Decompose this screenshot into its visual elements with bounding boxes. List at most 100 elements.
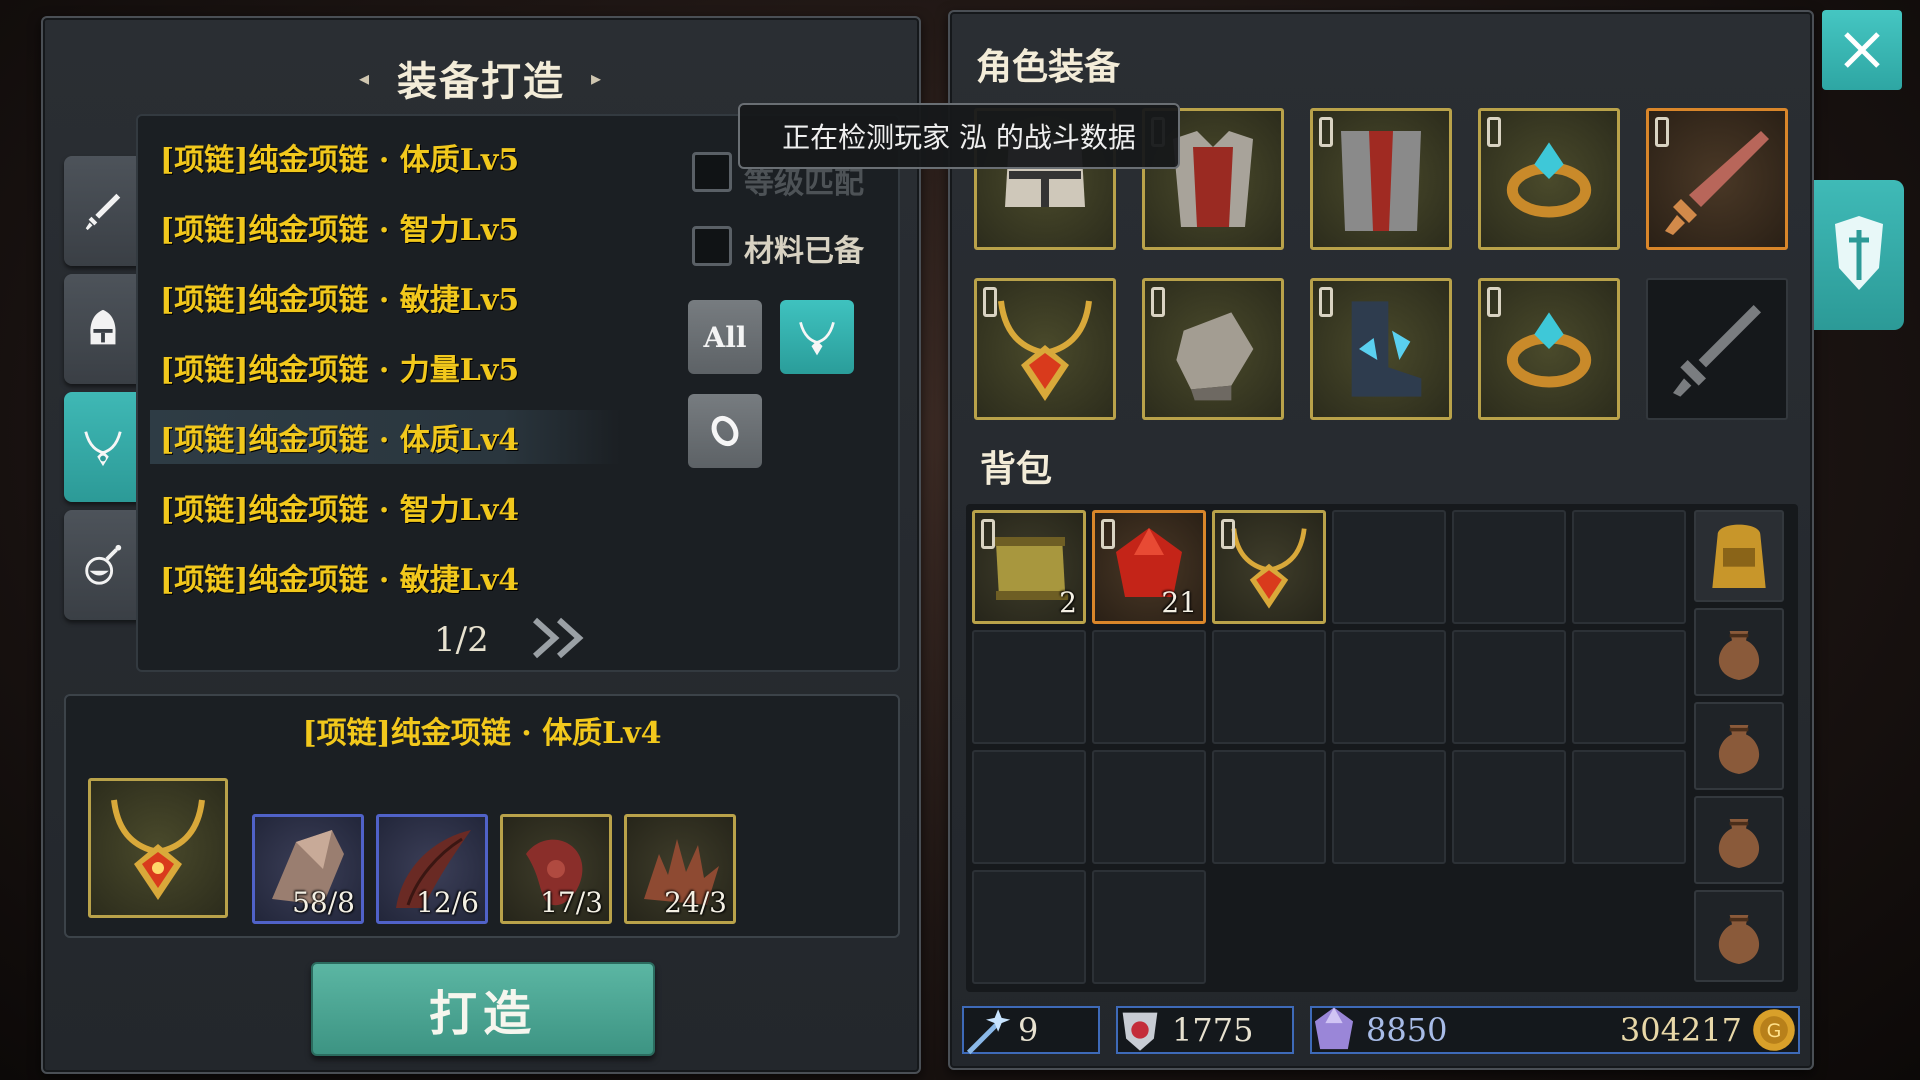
filter-necklace-button[interactable] — [780, 300, 854, 374]
recipe-item[interactable]: [项链]纯金项链 · 智力Lv4 — [150, 480, 590, 534]
currency-wand: 9 — [962, 1006, 1100, 1055]
recipe-item[interactable]: [项链]纯金项链 · 力量Lv5 — [150, 340, 590, 394]
honor-badge-icon — [1122, 1012, 1158, 1051]
gold-count: 304217 — [1619, 1011, 1742, 1049]
backpack-slot-empty[interactable] — [1332, 750, 1446, 864]
potion-icon — [85, 544, 122, 585]
necklace-icon — [799, 321, 835, 356]
lock-icon — [1319, 117, 1333, 147]
equip-slot-ring-1[interactable] — [1478, 108, 1620, 250]
material-slot[interactable]: 17/3 — [500, 814, 612, 924]
crafting-title-bar: ◂ 装备打造 ▸ — [43, 46, 919, 110]
sword-icon — [85, 193, 121, 231]
craft-button[interactable]: 打造 — [311, 962, 655, 1056]
equip-slot-gloves[interactable] — [1142, 278, 1284, 420]
tab-armor[interactable] — [64, 274, 142, 384]
backpack-slot-empty[interactable] — [1092, 750, 1206, 864]
materials-ready-checkbox[interactable] — [692, 226, 732, 266]
status-tooltip: 正在检测玩家 泓 的战斗数据 — [738, 103, 1180, 169]
material-count: 17/3 — [540, 886, 603, 919]
backpack-slot[interactable] — [1212, 510, 1326, 624]
crafting-title: 装备打造 — [397, 58, 565, 105]
ring-icon — [711, 415, 739, 447]
backpack-slot-empty[interactable] — [1332, 510, 1446, 624]
recipe-detail: [项链]纯金项链 · 体质Lv4 58/8 12/6 17/3 24/3 — [64, 694, 900, 938]
backpack-slot-empty[interactable] — [1452, 630, 1566, 744]
title-decoration-left: ◂ — [358, 66, 371, 90]
backpack-slot-empty[interactable] — [972, 750, 1086, 864]
tab-weapon[interactable] — [64, 156, 142, 266]
material-slot[interactable]: 12/6 — [376, 814, 488, 924]
equip-slot-offhand-empty[interactable] — [1646, 278, 1788, 420]
filter-all-button[interactable]: All — [688, 300, 762, 374]
page-indicator: 1/2 — [434, 620, 489, 660]
empty-weapon-slot-icon — [1673, 305, 1761, 397]
gold-ring-icon — [1506, 142, 1592, 218]
backpack-slot-empty[interactable] — [1092, 870, 1206, 984]
close-icon — [1844, 32, 1880, 68]
equip-slot-boots[interactable] — [1310, 278, 1452, 420]
pouch-icon — [1718, 631, 1760, 680]
backpack-slot[interactable]: 2 — [972, 510, 1086, 624]
backpack-slot-empty[interactable] — [1332, 630, 1446, 744]
filter-ring-button[interactable] — [688, 394, 762, 468]
equip-slot-ring-2[interactable] — [1478, 278, 1620, 420]
material-count: 58/8 — [292, 886, 355, 919]
equip-slot-legs[interactable] — [1310, 108, 1452, 250]
pouch-icon — [1718, 819, 1760, 868]
bag-tab-pouch[interactable] — [1694, 608, 1784, 696]
bag-tab-pouch[interactable] — [1694, 796, 1784, 884]
backpack-slot-empty[interactable] — [1212, 750, 1326, 864]
backpack-slot-empty[interactable] — [1092, 630, 1206, 744]
material-slot[interactable]: 24/3 — [624, 814, 736, 924]
backpack-slot-empty[interactable] — [972, 630, 1086, 744]
materials-ready-label: 材料已备 — [744, 234, 864, 269]
backpack-slot[interactable]: 21 — [1092, 510, 1206, 624]
recipe-item-selected[interactable]: [项链]纯金项链 · 体质Lv4 — [150, 410, 620, 464]
lock-icon — [1319, 287, 1333, 317]
bag-tab-backpack[interactable] — [1694, 510, 1784, 602]
backpack-slot-empty[interactable] — [1572, 510, 1686, 624]
backpack-slot-empty[interactable] — [1572, 750, 1686, 864]
material-count: 24/3 — [664, 886, 727, 919]
equip-slot-necklace[interactable] — [974, 278, 1116, 420]
bag-tab-pouch[interactable] — [1694, 702, 1784, 790]
honor-count: 1775 — [1172, 1011, 1254, 1049]
lock-icon — [983, 287, 997, 317]
material-count: 12/6 — [416, 886, 479, 919]
recipe-item[interactable]: [项链]纯金项链 · 敏捷Lv4 — [150, 550, 590, 604]
backpack-slot-empty[interactable] — [1452, 750, 1566, 864]
wand-count: 9 — [1018, 1011, 1039, 1049]
gold-coin-icon: G — [1753, 1009, 1795, 1051]
backpack-slot-empty[interactable] — [1452, 510, 1566, 624]
close-button[interactable] — [1822, 10, 1902, 90]
recipe-detail-title: [项链]纯金项链 · 体质Lv4 — [302, 716, 662, 751]
pouch-icon — [1718, 915, 1760, 964]
item-count: 2 — [1059, 586, 1077, 619]
equipment-side-tab[interactable] — [1814, 180, 1904, 330]
double-chevron-right-icon — [532, 617, 584, 659]
recipe-item[interactable]: [项链]纯金项链 · 敏捷Lv5 — [150, 270, 590, 324]
currency-honor: 1775 — [1116, 1006, 1294, 1054]
leather-gloves-icon — [1176, 312, 1254, 401]
tab-necklace[interactable] — [64, 392, 142, 502]
currency-crystal-gold: 8850 304217 G — [1310, 1006, 1800, 1054]
material-slot[interactable]: 58/8 — [252, 814, 364, 924]
backpack-slot-empty[interactable] — [972, 870, 1086, 984]
recipe-item[interactable]: [项链]纯金项链 · 体质Lv5 — [150, 130, 590, 184]
level-match-checkbox[interactable] — [692, 152, 732, 192]
next-page-button[interactable] — [526, 610, 596, 666]
lock-icon — [981, 519, 995, 549]
character-panel: 角色装备 背包 2 21 9 1775 8850 304217 G — [948, 10, 1814, 1070]
recipe-item[interactable]: [项链]纯金项链 · 智力Lv5 — [150, 200, 590, 254]
tab-potion[interactable] — [64, 510, 142, 620]
recipe-list: [项链]纯金项链 · 体质Lv5 [项链]纯金项链 · 智力Lv5 [项链]纯金… — [136, 114, 900, 672]
backpack-slot-empty[interactable] — [1572, 630, 1686, 744]
title-decoration-right: ▸ — [591, 66, 604, 90]
backpack-slot-empty[interactable] — [1212, 630, 1326, 744]
equip-slot-weapon[interactable] — [1646, 108, 1788, 250]
result-item-slot[interactable] — [88, 778, 228, 918]
crystal-icon — [1314, 1007, 1354, 1050]
lock-icon — [1221, 519, 1235, 549]
bag-tab-pouch[interactable] — [1694, 890, 1784, 982]
